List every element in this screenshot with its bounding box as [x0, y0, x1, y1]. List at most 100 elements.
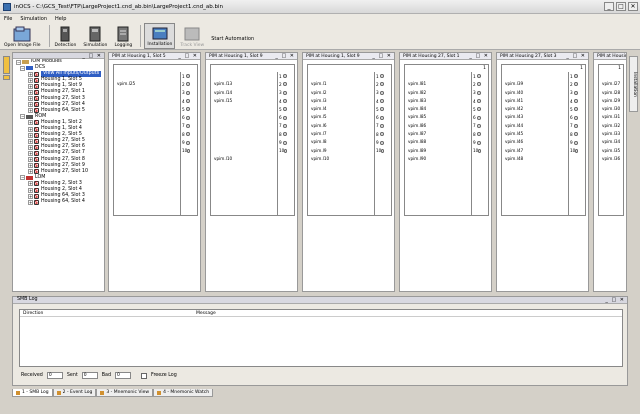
- pim-pin[interactable]: 5: [375, 105, 385, 113]
- pim-pin[interactable]: 6: [181, 113, 191, 121]
- tab-mnemonic-view[interactable]: 3 - Mnemonic View: [96, 389, 154, 397]
- pim-pin[interactable]: 6: [278, 113, 288, 121]
- pim-pin[interactable]: 5: [181, 105, 191, 113]
- pim-pin[interactable]: 3: [181, 89, 191, 97]
- pim-pin[interactable]: 10: [472, 147, 482, 155]
- pim-pin[interactable]: 2: [278, 80, 288, 88]
- pim-window-header[interactable]: PIM at Housing 27, Slot 3 _ □ ✕: [497, 53, 588, 60]
- expand-toggle-icon[interactable]: +: [28, 120, 33, 126]
- expand-toggle-icon[interactable]: +: [28, 187, 33, 193]
- pim-pin[interactable]: 9: [278, 138, 288, 146]
- pim-pin[interactable]: 7: [472, 122, 482, 130]
- panel-controls[interactable]: _ □ ✕: [82, 53, 102, 59]
- pim-window-header[interactable]: PIM at Housing 1, Slot 9 _ □ ✕: [206, 53, 297, 60]
- menu-help[interactable]: Help: [55, 16, 66, 22]
- pim-window[interactable]: PIM at Housing 1, Slot 9 _ □ ✕ vpim.l1 vpim…: [302, 52, 395, 292]
- window-controls[interactable]: _ □ ✕: [566, 53, 586, 59]
- pim-pin[interactable]: 4: [569, 97, 579, 105]
- pim-pin[interactable]: 5: [569, 105, 579, 113]
- pim-pin[interactable]: 5: [278, 105, 288, 113]
- pim-pin[interactable]: 3: [375, 89, 385, 97]
- window-controls[interactable]: _ □ ✕: [372, 53, 392, 59]
- window-controls[interactable]: _ □ ✕: [275, 53, 295, 59]
- pim-pin[interactable]: 1: [278, 72, 288, 80]
- menu-file[interactable]: File: [4, 16, 12, 22]
- expand-toggle-icon[interactable]: +: [28, 77, 33, 83]
- expand-toggle-icon[interactable]: +: [28, 163, 33, 169]
- pim-pin[interactable]: 8: [569, 130, 579, 138]
- expand-toggle-icon[interactable]: +: [28, 181, 33, 187]
- column-message[interactable]: Message: [196, 311, 216, 316]
- pim-pin[interactable]: 6: [472, 113, 482, 121]
- expand-toggle-icon[interactable]: +: [28, 108, 33, 114]
- expand-toggle-icon[interactable]: +: [28, 132, 33, 138]
- collapse-toggle-icon[interactable]: −: [20, 175, 25, 181]
- close-button[interactable]: ✕: [628, 2, 638, 11]
- pim-pin[interactable]: 9: [472, 138, 482, 146]
- expand-toggle-icon[interactable]: +: [28, 90, 33, 96]
- tab-smb-log[interactable]: 1 - SMB Log: [12, 389, 53, 397]
- column-direction[interactable]: Direction: [20, 311, 196, 316]
- tab-event-log[interactable]: 2 - Event Log: [52, 389, 97, 397]
- tab-mnemonic-watch[interactable]: 4 - Mnemonic Watch: [153, 389, 214, 397]
- pim-pin[interactable]: 4: [278, 97, 288, 105]
- pim-pin[interactable]: 10: [278, 147, 288, 155]
- expand-toggle-icon[interactable]: +: [28, 102, 33, 108]
- side-tab-extra[interactable]: [3, 75, 10, 80]
- pim-pin[interactable]: 10: [181, 147, 191, 155]
- freeze-log-checkbox[interactable]: [141, 372, 148, 379]
- pim-window-header[interactable]: PIM at Housing 1, Slot 9 _ □ ✕: [303, 53, 394, 60]
- expand-toggle-icon[interactable]: +: [28, 138, 33, 144]
- pim-pin[interactable]: 9: [375, 138, 385, 146]
- pim-pin[interactable]: 2: [375, 80, 385, 88]
- pim-pin[interactable]: 1: [569, 72, 579, 80]
- expand-toggle-icon[interactable]: +: [28, 144, 33, 150]
- expand-toggle-icon[interactable]: +: [28, 169, 33, 175]
- pim-pin[interactable]: 8: [181, 130, 191, 138]
- pim-window-header[interactable]: PIM at Housing 1, Slot 5 _ □ ✕: [109, 53, 200, 60]
- pim-pin[interactable]: 9: [569, 138, 579, 146]
- window-controls[interactable]: _ □ ✕: [178, 53, 198, 59]
- pim-pin[interactable]: 7: [569, 122, 579, 130]
- pim-pin[interactable]: 1: [375, 72, 385, 80]
- expand-toggle-icon[interactable]: +: [28, 157, 33, 163]
- maximize-button[interactable]: □: [616, 2, 626, 11]
- side-tab-modules[interactable]: [3, 56, 10, 74]
- start-automation-button[interactable]: Start Automation: [211, 36, 254, 42]
- simulation-button[interactable]: Simulation: [81, 25, 109, 49]
- pim-pin[interactable]: 2: [569, 80, 579, 88]
- pim-pin[interactable]: 7: [278, 122, 288, 130]
- pim-window[interactable]: PIM at Housing 27, Slot 1 _ □ ✕ 1 vpim.l81 v…: [399, 52, 492, 292]
- pim-pin[interactable]: 8: [472, 130, 482, 138]
- detection-button[interactable]: Detection: [53, 25, 79, 49]
- pim-window[interactable]: PIM at Housing 271vpim.l27vpim.l28vpim.l…: [593, 52, 627, 292]
- pim-pin[interactable]: 8: [375, 130, 385, 138]
- pim-pin[interactable]: 6: [569, 113, 579, 121]
- collapse-toggle-icon[interactable]: −: [20, 65, 25, 71]
- window-controls[interactable]: _ □ ✕: [469, 53, 489, 59]
- pim-pin[interactable]: 3: [472, 89, 482, 97]
- collapse-toggle-icon[interactable]: −: [16, 59, 21, 65]
- pim-pin[interactable]: 3: [278, 89, 288, 97]
- pim-pin[interactable]: 4: [472, 97, 482, 105]
- pim-pin[interactable]: 7: [181, 122, 191, 130]
- right-tab-installation[interactable]: Installation: [629, 56, 638, 112]
- expand-toggle-icon[interactable]: +: [28, 150, 33, 156]
- panel-controls[interactable]: _ □ ✕: [605, 297, 625, 303]
- pim-pin[interactable]: 2: [181, 80, 191, 88]
- installation-button[interactable]: Installation: [144, 23, 176, 49]
- pim-window-header[interactable]: PIM at Housing 27: [594, 53, 626, 60]
- pim-pin[interactable]: 5: [472, 105, 482, 113]
- expand-toggle-icon[interactable]: +: [28, 96, 33, 102]
- pim-window[interactable]: PIM at Housing 27, Slot 3 _ □ ✕ 1 vpim.l39 v…: [496, 52, 589, 292]
- pim-pin[interactable]: 10: [375, 147, 385, 155]
- pim-pin[interactable]: 1: [181, 72, 191, 80]
- pim-pin[interactable]: 3: [569, 89, 579, 97]
- collapse-toggle-icon[interactable]: −: [20, 114, 25, 120]
- pim-window-header[interactable]: PIM at Housing 27, Slot 1 _ □ ✕: [400, 53, 491, 60]
- logging-button[interactable]: Logging: [112, 25, 134, 49]
- expand-toggle-icon[interactable]: +: [28, 193, 33, 199]
- pim-pin[interactable]: 4: [181, 97, 191, 105]
- pim-pin[interactable]: 7: [375, 122, 385, 130]
- pim-pin[interactable]: 1: [472, 72, 482, 80]
